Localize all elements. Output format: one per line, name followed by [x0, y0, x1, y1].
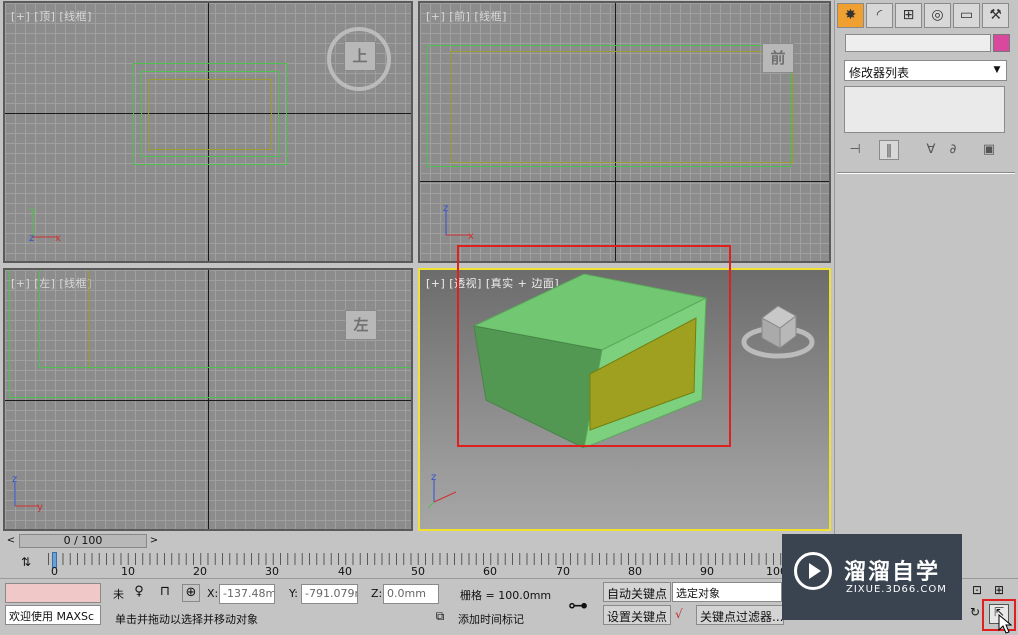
track-bar[interactable]: ⇅ 0 10 20 30 40 50 60 70 80 90 100 — [0, 550, 787, 578]
svg-text:z: z — [431, 472, 436, 483]
frame-slider-handle[interactable]: 0 / 100 — [19, 534, 147, 548]
time-slider[interactable]: < 0 / 100 > — [3, 533, 833, 550]
set-key-icon[interactable]: ⊶ — [563, 593, 593, 617]
tick-label: 40 — [338, 565, 352, 578]
x-label: X: — [207, 587, 219, 600]
object-name-field[interactable] — [845, 34, 991, 52]
add-time-tag-button[interactable]: 添加时间标记 — [458, 611, 524, 627]
chevron-down-icon: ▼ — [993, 65, 1001, 75]
object-color-swatch[interactable] — [993, 34, 1010, 52]
maxscript-listener-mini[interactable] — [5, 583, 101, 603]
viewport-top-label[interactable]: [+] [顶] [线框] — [11, 8, 92, 24]
watermark: 溜溜自学 ZIXUE.3D66.COM — [782, 534, 962, 620]
svg-text:x: x — [468, 231, 474, 241]
hierarchy-icon[interactable]: ⊞ — [895, 3, 922, 28]
time-tag-icon[interactable]: ⧉ — [432, 609, 448, 625]
highlight-box-object — [457, 245, 731, 447]
mouse-cursor-icon — [998, 614, 1012, 634]
modifier-stack[interactable] — [844, 86, 1005, 133]
axis-tripod: y x z — [27, 203, 67, 244]
viewport-front[interactable]: [+] [前] [线框] 前 zx — [418, 1, 831, 263]
x-coordinate-field[interactable]: -137.48mm — [219, 584, 275, 604]
tick-label: 50 — [411, 565, 425, 578]
z-coordinate-field[interactable]: 0.0mm — [383, 584, 439, 604]
viewcube-front[interactable]: 前 — [762, 43, 794, 73]
remove-modifier-icon[interactable]: ∂ — [943, 140, 963, 160]
absolute-mode-icon[interactable]: ⊕ — [182, 584, 200, 602]
viewport-left[interactable]: [+] [左] [线框] 左 zy — [3, 268, 413, 531]
time-next-button[interactable]: > — [147, 534, 161, 548]
svg-text:y: y — [37, 502, 43, 512]
create-icon[interactable]: ✸ — [837, 3, 864, 28]
grid-size: 栅格 = 100.0mm — [460, 589, 552, 602]
key-filter-icon[interactable]: √ — [675, 607, 691, 623]
axis-tripod: zx — [440, 201, 480, 242]
play-logo-icon — [794, 552, 832, 590]
viewcube-perspective[interactable] — [740, 300, 820, 370]
command-panel: ✸ ◜ ⊞ ◎ ▭ ⚒ 修改器列表 ▼ ⊣ ‖ ∀ ∂ ▣ — [834, 0, 1018, 550]
y-coordinate-field[interactable]: -791.079m — [301, 584, 358, 604]
tick-label: 90 — [700, 565, 714, 578]
utilities-icon[interactable]: ⚒ — [982, 3, 1009, 28]
tick-label: 80 — [628, 565, 642, 578]
tick-label: 60 — [483, 565, 497, 578]
track-bar-ruler[interactable] — [48, 553, 783, 565]
svg-text:z: z — [29, 233, 34, 243]
viewcube-top[interactable]: 上 — [344, 41, 376, 71]
modifier-list-label: 修改器列表 — [849, 66, 910, 80]
prompt-line: 单击并拖动以选择并移动对象 — [115, 613, 258, 626]
tick-label: 70 — [556, 565, 570, 578]
configure-sets-icon[interactable]: ▣ — [979, 140, 999, 160]
selected-object-dropdown[interactable]: 选定对象 — [672, 582, 782, 602]
make-unique-icon[interactable]: ∀ — [921, 140, 941, 160]
3dsmax-window: [+] [顶] [线框] 上 yxz [+] [前] [线框] 前 zx [+]… — [0, 0, 1018, 635]
key-filters-button[interactable]: 关键点过滤器... — [696, 605, 784, 625]
motion-icon[interactable]: ◎ — [924, 3, 951, 28]
set-key-button[interactable]: 设置关键点 — [603, 605, 672, 625]
time-prev-button[interactable]: < — [4, 534, 18, 548]
track-bar-icon[interactable]: ⇅ — [16, 555, 36, 571]
pin-stack-icon[interactable]: ⊣ — [845, 140, 865, 160]
tick-label: 20 — [193, 565, 207, 578]
divider — [837, 172, 1015, 174]
watermark-title: 溜溜自学 — [844, 560, 941, 585]
modify-icon[interactable]: ◜ — [866, 3, 893, 28]
lock-icon[interactable]: ⊓ — [156, 584, 174, 602]
display-icon[interactable]: ▭ — [953, 3, 980, 28]
show-end-result-icon[interactable]: ‖ — [879, 140, 899, 160]
svg-text:z: z — [12, 474, 17, 485]
svg-text:z: z — [443, 203, 448, 214]
viewport-front-label[interactable]: [+] [前] [线框] — [426, 8, 507, 24]
svg-text:y: y — [30, 205, 36, 216]
tick-label: 10 — [121, 565, 135, 578]
viewcube-left[interactable]: 左 — [345, 310, 377, 340]
maxscript-welcome-field[interactable]: 欢迎使用 MAXSc — [5, 605, 101, 625]
axis-tripod: z — [426, 470, 466, 510]
tick-label: 0 — [51, 565, 58, 578]
y-label: Y: — [289, 587, 298, 600]
z-label: Z: — [371, 587, 383, 600]
selection-count: 未 — [113, 588, 124, 601]
modifier-list-dropdown[interactable]: 修改器列表 ▼ — [844, 60, 1007, 81]
axis-tripod: zy — [9, 472, 49, 513]
auto-key-button[interactable]: 自动关键点 — [603, 582, 672, 602]
isolate-icon[interactable]: ♀ — [130, 584, 148, 602]
svg-text:x: x — [55, 233, 61, 243]
viewport-top[interactable]: [+] [顶] [线框] 上 y x z — [3, 1, 413, 263]
watermark-url: ZIXUE.3D66.COM — [846, 584, 947, 595]
tick-label: 30 — [265, 565, 279, 578]
